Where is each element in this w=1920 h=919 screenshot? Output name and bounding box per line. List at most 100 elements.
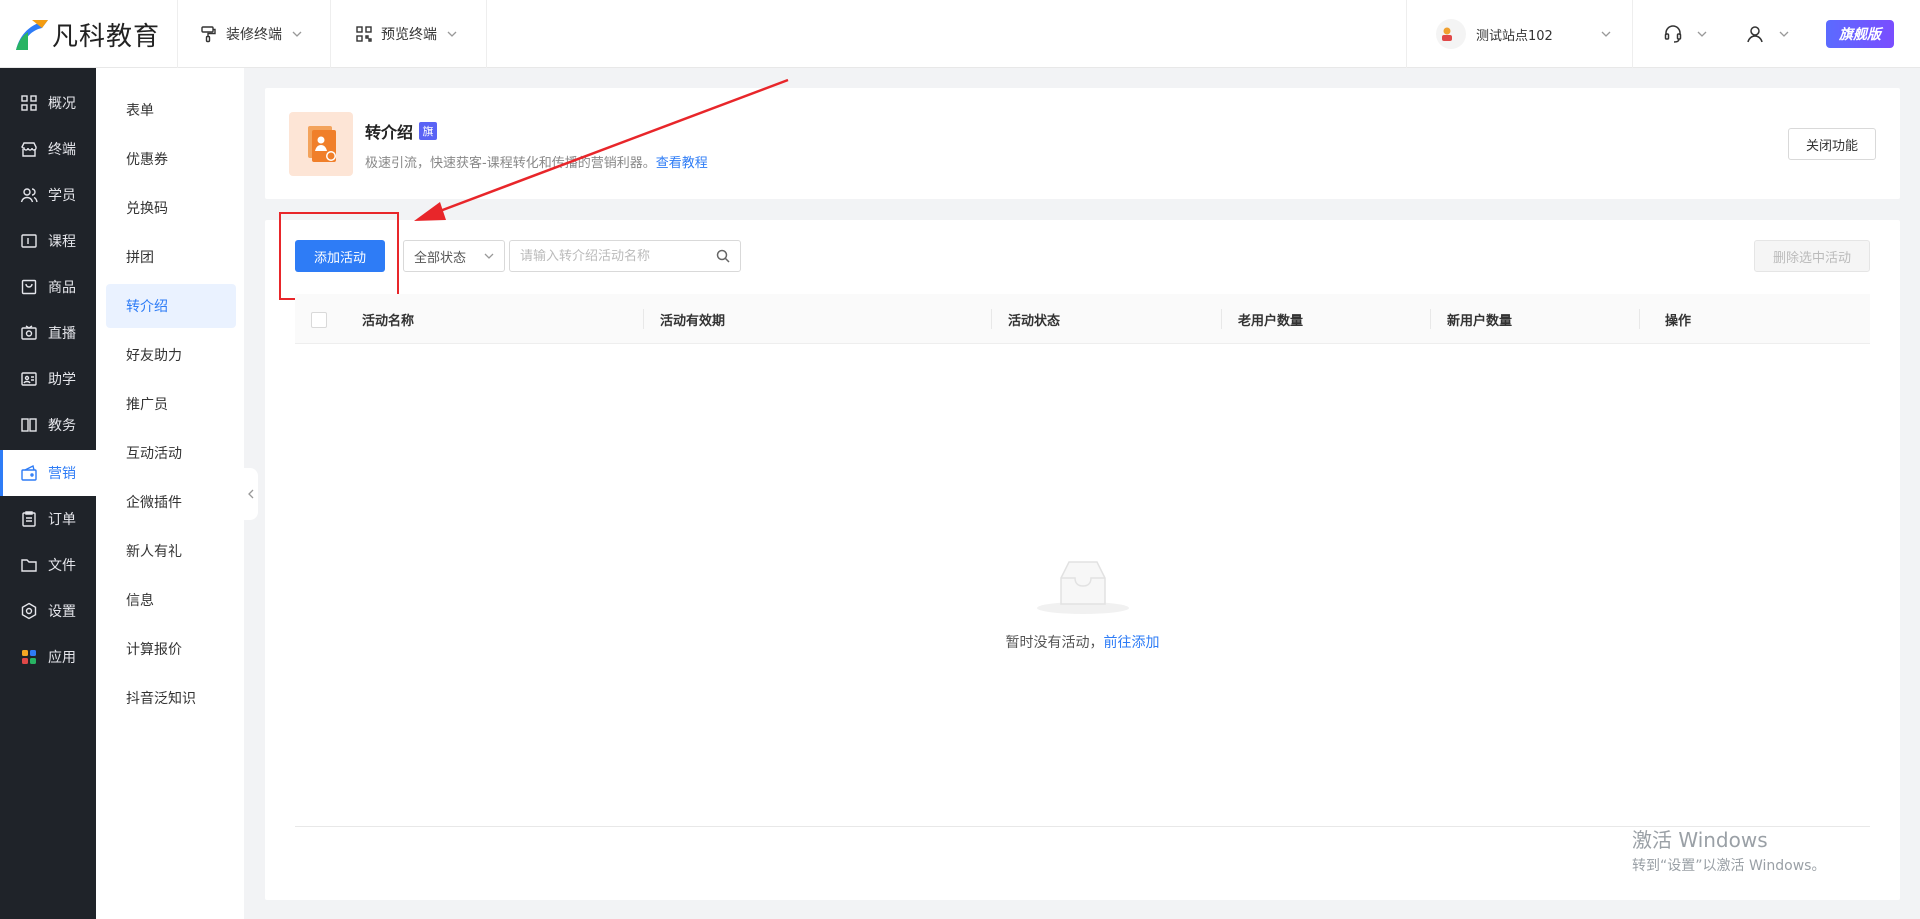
empty-inbox-icon [1036, 561, 1129, 614]
divider [486, 0, 487, 68]
chevron-down-icon [1697, 31, 1707, 37]
submenu-item[interactable]: 企微插件 [106, 480, 236, 524]
windows-activation-watermark: 激活 Windows 转到“设置”以激活 Windows。 [1632, 824, 1825, 875]
course-icon [20, 232, 38, 250]
nav-item-store[interactable]: 终端 [0, 126, 96, 172]
decorate-terminal-label: 装修终端 [226, 27, 282, 43]
submenu-item[interactable]: 优惠券 [106, 137, 236, 181]
column-header-period: 活动有效期 [660, 313, 726, 329]
submenu-item[interactable]: 表单 [106, 88, 236, 132]
activity-search-box [509, 240, 741, 272]
referral-feature-icon [289, 112, 353, 176]
submenu-item[interactable]: 抖音泛知识 [106, 676, 236, 720]
settings-icon [20, 602, 38, 620]
search-icon[interactable] [716, 249, 730, 263]
marketing-icon [20, 464, 38, 482]
submenu-item[interactable]: 信息 [106, 578, 236, 622]
paint-roller-icon [201, 26, 216, 43]
site-name: 测试站点102 [1476, 28, 1553, 44]
nav-item-label: 课程 [48, 234, 76, 250]
nav-item-label: 教务 [48, 418, 76, 434]
select-all-checkbox[interactable] [311, 312, 327, 328]
apps-icon [20, 648, 38, 666]
nav-item-students[interactable]: 学员 [0, 172, 96, 218]
feature-title: 转介绍 旗 [365, 119, 438, 143]
chevron-down-icon [292, 31, 302, 37]
brand-name: 凡科教育 [52, 21, 161, 52]
divider [1632, 0, 1633, 68]
submenu-item[interactable]: 新人有礼 [106, 529, 236, 573]
nav-item-label: 助学 [48, 372, 76, 388]
table-header: 活动名称 活动有效期 活动状态 老用户数量 新用户数量 操作 [295, 294, 1870, 344]
nav-item-label: 终端 [48, 142, 76, 158]
preview-terminal-menu[interactable]: 预览终端 [355, 0, 465, 68]
column-header-status: 活动状态 [1008, 313, 1061, 329]
column-separator [1639, 309, 1640, 329]
user-icon [1747, 26, 1763, 43]
feature-title-text: 转介绍 [365, 123, 414, 142]
submenu-item[interactable]: 互动活动 [106, 431, 236, 475]
nav-item-label: 学员 [48, 188, 76, 204]
feature-description: 极速引流，快速获客-课程转化和传播的营销利器。查看教程 [365, 152, 708, 171]
customer-service-menu[interactable] [1663, 0, 1715, 68]
nav-item-label: 文件 [48, 558, 76, 574]
logo-mark-icon [16, 20, 48, 50]
status-filter-select[interactable]: 全部状态 [403, 240, 505, 272]
chevron-down-icon [447, 31, 457, 37]
nav-item-settings[interactable]: 设置 [0, 588, 96, 634]
nav-item-dashboard[interactable]: 概况 [0, 80, 96, 126]
collapse-submenu-handle[interactable] [244, 468, 258, 520]
view-tutorial-link[interactable]: 查看教程 [656, 156, 708, 171]
nav-item-goods[interactable]: 商品 [0, 264, 96, 310]
empty-state-text: 暂时没有活动， [1005, 635, 1104, 651]
preview-terminal-label: 预览终端 [381, 27, 437, 43]
go-add-link[interactable]: 前往添加 [1104, 635, 1160, 651]
brand-logo[interactable]: 凡科教育 [14, 14, 160, 54]
nav-item-label: 订单 [48, 512, 76, 528]
user-menu[interactable] [1745, 0, 1797, 68]
submenu-item[interactable]: 转介绍 [106, 284, 236, 328]
chevron-down-icon [1779, 31, 1789, 37]
nav-item-label: 直播 [48, 326, 76, 342]
column-separator [991, 309, 992, 329]
nav-item-academic[interactable]: 教务 [0, 402, 96, 448]
nav-item-label: 商品 [48, 280, 76, 296]
edition-badge[interactable]: 旗舰版 [1826, 20, 1894, 48]
submenu-item[interactable]: 兑换码 [106, 186, 236, 230]
edition-label: 旗舰版 [1839, 27, 1881, 43]
delete-selected-button[interactable]: 删除选中活动 [1754, 240, 1870, 272]
nav-item-apps[interactable]: 应用 [0, 634, 96, 680]
submenu-item[interactable]: 拼团 [106, 235, 236, 279]
column-header-new-users: 新用户数量 [1447, 313, 1513, 329]
nav-item-label: 营销 [48, 466, 76, 482]
nav-item-course[interactable]: 课程 [0, 218, 96, 264]
close-feature-button[interactable]: 关闭功能 [1788, 128, 1876, 160]
academic-icon [20, 416, 38, 434]
status-filter-value: 全部状态 [414, 250, 467, 266]
live-icon [20, 324, 38, 342]
headset-icon [1664, 25, 1682, 43]
top-bar: 凡科教育 装修终端 预览终端 测试站点102 旗舰版 [0, 0, 1920, 68]
divider [330, 0, 331, 68]
watermark-title: 激活 Windows [1632, 828, 1768, 852]
submenu-item[interactable]: 好友助力 [106, 333, 236, 377]
activity-search-input[interactable] [520, 248, 710, 264]
submenu-item[interactable]: 计算报价 [106, 627, 236, 671]
decorate-terminal-menu[interactable]: 装修终端 [200, 0, 310, 68]
qrcode-icon [356, 26, 372, 42]
nav-item-marketing[interactable]: 营销 [0, 450, 96, 496]
nav-item-folder[interactable]: 文件 [0, 542, 96, 588]
activity-list-card: 添加活动 全部状态 删除选中活动 活动名称 活动有效期 活动状态 老用户数量 新… [265, 212, 1900, 900]
site-switcher[interactable]: 测试站点102 [1436, 0, 1611, 68]
chevron-down-icon [1601, 31, 1611, 37]
submenu-item[interactable]: 推广员 [106, 382, 236, 426]
nav-item-order[interactable]: 订单 [0, 496, 96, 542]
divider [1406, 0, 1407, 68]
nav-item-live[interactable]: 直播 [0, 310, 96, 356]
nav-item-assist[interactable]: 助学 [0, 356, 96, 402]
site-avatar-icon [1436, 19, 1466, 49]
goods-icon [20, 278, 38, 296]
chevron-down-icon [484, 253, 494, 259]
marketing-submenu: 表单优惠券兑换码拼团转介绍好友助力推广员互动活动企微插件新人有礼信息计算报价抖音… [96, 68, 244, 919]
column-header-actions: 操作 [1665, 313, 1692, 329]
